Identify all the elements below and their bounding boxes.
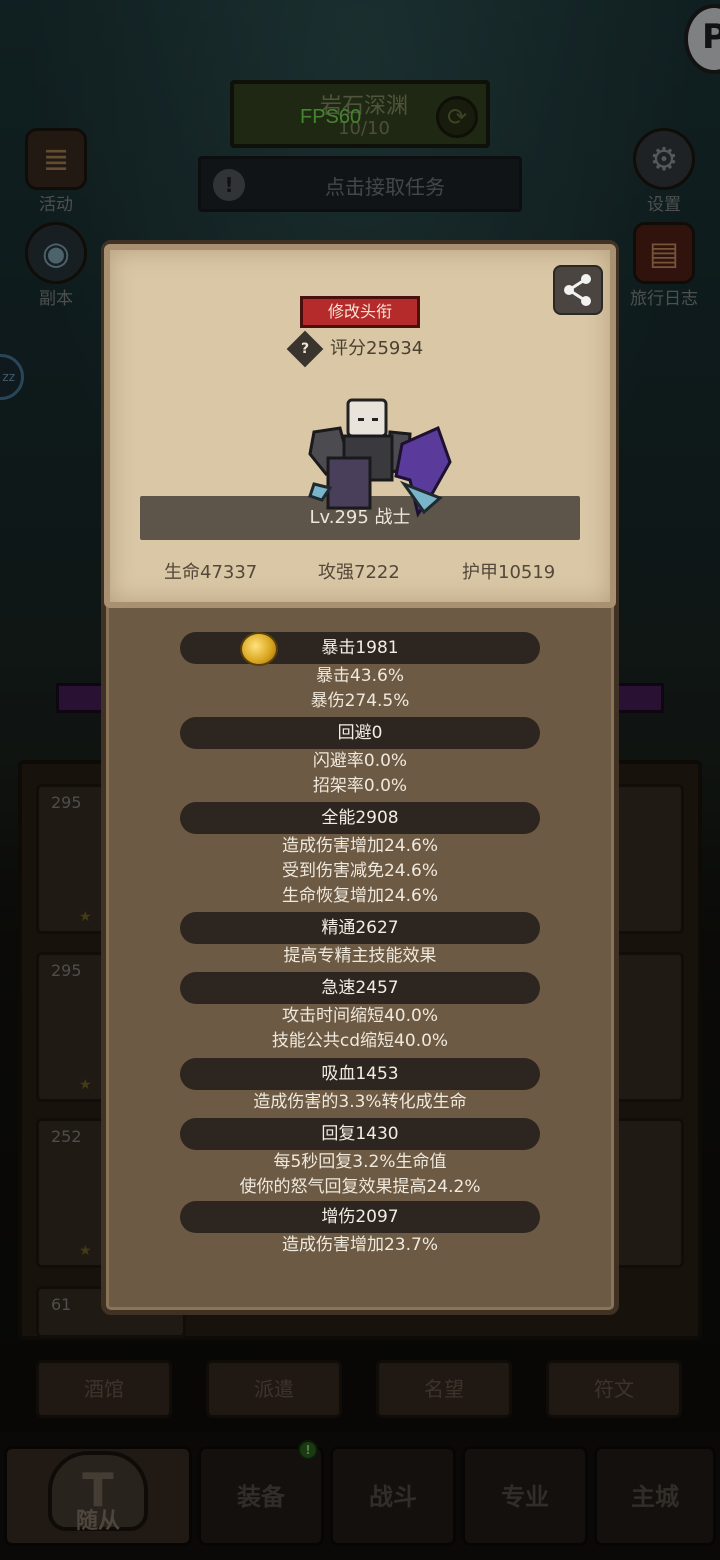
attr-line: 暴击43.6% xyxy=(315,666,404,686)
score-row: ? 评分25934 xyxy=(286,330,424,368)
help-icon[interactable]: ? xyxy=(286,330,324,368)
attr-line: 受到伤害减免24.6% xyxy=(281,861,438,881)
attr-line: 造成伤害增加24.6% xyxy=(281,836,438,856)
score-value: 评分25934 xyxy=(330,338,424,359)
attr-header-dodge: 回避0 xyxy=(180,717,540,749)
edit-title-button[interactable]: 修改头衔 xyxy=(300,296,420,328)
share-button[interactable] xyxy=(553,265,603,315)
attr-line: 招架率0.0% xyxy=(312,776,408,796)
attr-line: 造成伤害的3.3%转化成生命 xyxy=(253,1092,467,1112)
attr-line: 闪避率0.0% xyxy=(312,751,408,771)
attr-line: 暴伤274.5% xyxy=(310,691,410,711)
attr-header-mastery: 精通2627 xyxy=(180,912,540,944)
attack-stat: 攻强7222 xyxy=(318,562,400,583)
attr-line: 生命恢复增加24.6% xyxy=(281,886,438,906)
attr-header-crit: 暴击1981 xyxy=(180,632,540,664)
attr-line: 每5秒回复3.2%生命值 xyxy=(273,1152,447,1172)
attr-header-haste: 急速2457 xyxy=(180,972,540,1004)
attr-line: 提高专精主技能效果 xyxy=(283,946,437,966)
attr-header-damage-bonus: 增伤2097 xyxy=(180,1201,540,1233)
level-class-label: Lv.295 战士 xyxy=(309,507,411,528)
attr-line: 技能公共cd缩短40.0% xyxy=(271,1031,449,1051)
coin-icon[interactable] xyxy=(240,632,278,666)
attr-header-regen: 回复1430 xyxy=(180,1118,540,1150)
share-icon xyxy=(564,274,591,306)
attr-header-lifesteal: 吸血1453 xyxy=(180,1058,540,1090)
hp-stat: 生命47337 xyxy=(164,562,258,583)
attr-header-versatility: 全能2908 xyxy=(180,802,540,834)
attr-line: 造成伤害增加23.7% xyxy=(281,1235,438,1255)
armor-stat: 护甲10519 xyxy=(462,562,556,583)
attr-line: 攻击时间缩短40.0% xyxy=(281,1006,438,1026)
attr-line: 使你的怒气回复效果提高24.2% xyxy=(239,1177,481,1197)
